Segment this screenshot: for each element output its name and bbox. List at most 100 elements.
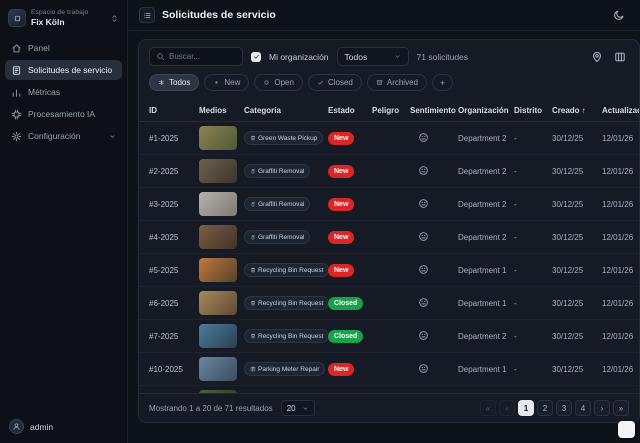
prev-page-button[interactable]: ‹ [499,400,515,416]
media-thumbnail[interactable] [199,159,237,183]
cell-category: Parking Meter Repair [244,362,328,376]
column-header-sentimiento[interactable]: Sentimiento [410,106,458,115]
category-badge: Parking Meter Repair [244,362,325,376]
last-page-button[interactable]: » [613,400,629,416]
trash-icon [250,333,256,339]
cell-district: - [514,134,552,143]
status-badge: New [328,231,354,244]
user-menu[interactable]: admin [0,410,127,443]
home-icon [11,43,22,54]
filter-tab-label: Todos [169,78,190,87]
column-header-id[interactable]: ID [149,106,199,115]
trash-icon [250,300,256,306]
table-body: #1-2025Green Waste PickupNewDepartment 2… [139,122,639,393]
table-row[interactable]: #4-2025Graffiti RemovalNewDepartment 2-3… [139,221,639,254]
column-label: Categoría [244,106,281,115]
chevron-down-icon [302,405,309,412]
column-header-categoria[interactable]: Categoría [244,106,328,115]
table-row[interactable]: #2-2025Graffiti RemovalNewDepartment 2-3… [139,155,639,188]
table-row[interactable]: #3-2025Graffiti RemovalNewDepartment 2-3… [139,188,639,221]
column-header-medios[interactable]: Medios [199,106,244,115]
media-thumbnail[interactable] [199,357,237,381]
filter-tab-open[interactable]: Open [254,74,303,91]
column-header-organizacion[interactable]: Organización [458,106,514,115]
column-header-estado[interactable]: Estado [328,106,372,115]
sidebar-item-label: Métricas [28,87,116,97]
media-thumbnail[interactable] [199,126,237,150]
media-thumbnail[interactable] [199,192,237,216]
workspace-switcher[interactable]: Espacio de trabajo Fix Köln [0,0,127,34]
page-button-2[interactable]: 2 [537,400,553,416]
media-thumbnail[interactable] [199,324,237,348]
table-row[interactable]: #7-2025Recycling Bin RequestClosedDepart… [139,320,639,353]
status-badge: New [328,363,354,376]
cell-created: 30/12/25 [552,332,602,341]
sidebar-item-configuracion[interactable]: Configuración [5,126,122,146]
filter-tab-label: Open [274,78,294,87]
column-header-peligro[interactable]: Peligro [372,106,410,115]
table-row[interactable]: #5-2025Recycling Bin RequestNewDepartmen… [139,254,639,287]
cell-sentiment [410,363,458,376]
cell-district: - [514,200,552,209]
column-header-creado[interactable]: Creado↑ [552,106,602,115]
columns-button[interactable] [611,48,629,66]
category-badge: Graffiti Removal [244,197,310,211]
table-row[interactable]: #1-2025Green Waste PickupNewDepartment 2… [139,122,639,155]
page-button-4[interactable]: 4 [575,400,591,416]
cell-district: - [514,365,552,374]
filter-tab-new[interactable]: New [204,74,249,91]
cell-created: 30/12/25 [552,299,602,308]
filter-tab-archived[interactable]: Archived [367,74,427,91]
cell-organization: Department 2 [458,200,514,209]
chevron-down-icon [109,133,116,140]
sidebar-item-solicitudes-de-servicio[interactable]: Solicitudes de servicio [5,60,122,80]
table-row[interactable] [139,386,639,393]
page-size-select[interactable]: 20 [281,400,315,416]
widget-button[interactable] [618,421,635,438]
table-row[interactable]: #6-2025Recycling Bin RequestClosedDepart… [139,287,639,320]
table-row[interactable]: #10-2025Parking Meter RepairNewDepartmen… [139,353,639,386]
category-label: Parking Meter Repair [258,366,319,373]
cell-category: Graffiti Removal [244,164,328,178]
filter-tab-closed[interactable]: Closed [308,74,362,91]
media-thumbnail[interactable] [199,258,237,282]
cell-media [199,357,244,381]
add-filter-button[interactable]: + [432,74,453,91]
column-header-actualizado[interactable]: Actualizado [602,106,640,115]
media-thumbnail[interactable] [199,225,237,249]
sidebar-item-metricas[interactable]: Métricas [5,82,122,102]
my-organization-checkbox[interactable] [251,52,261,62]
column-label: Creado [552,106,580,115]
cell-sentiment [410,132,458,145]
cell-district: - [514,266,552,275]
status-badge: New [328,264,354,277]
filter-tab-todos[interactable]: Todos [149,74,199,91]
theme-toggle-button[interactable] [610,6,628,24]
cell-media [199,159,244,183]
search-input[interactable] [169,52,236,61]
status-badge: New [328,198,354,211]
asterisk-icon [158,79,165,86]
category-badge: Graffiti Removal [244,230,310,244]
sidebar-item-panel[interactable]: Panel [5,38,122,58]
sidebar-nav: PanelSolicitudes de servicio Métricas Proc… [0,34,127,150]
status-badge: New [328,132,354,145]
dot-icon [213,79,220,86]
page-button-3[interactable]: 3 [556,400,572,416]
search-box[interactable] [149,47,243,66]
organization-select[interactable]: Todos [337,47,409,66]
cell-district: - [514,299,552,308]
cell-sentiment [410,330,458,343]
first-page-button[interactable]: « [480,400,496,416]
column-header-distrito[interactable]: Distrito [514,106,552,115]
sidebar-item-procesamiento-ia[interactable]: Procesamiento IA [5,104,122,124]
page-title: Solicitudes de servicio [162,9,276,21]
page-button-1[interactable]: 1 [518,400,534,416]
next-page-button[interactable]: › [594,400,610,416]
filter-tab-label: New [224,78,240,87]
category-label: Green Waste Pickup [258,135,317,142]
table-toolbar: Mi organización Todos 71 solicitudes [139,40,639,71]
cell-status: New [328,363,372,376]
media-thumbnail[interactable] [199,291,237,315]
map-view-button[interactable] [588,48,606,66]
